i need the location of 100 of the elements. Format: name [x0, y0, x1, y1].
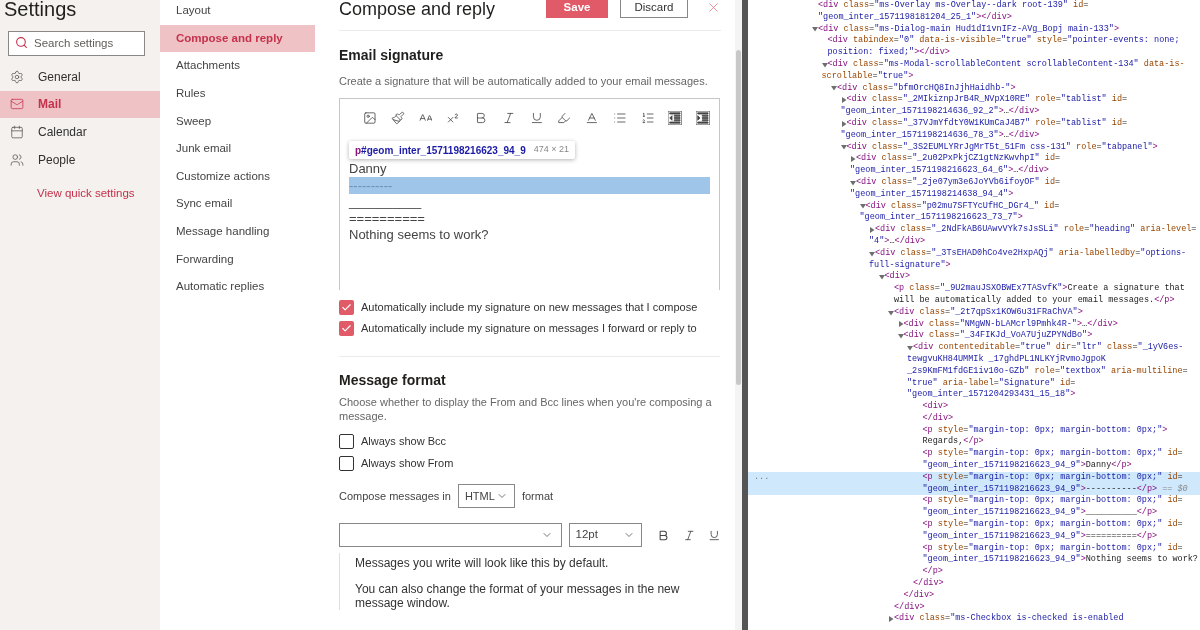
disclosure-triangle-icon[interactable] — [869, 250, 875, 257]
disclosure-triangle-icon[interactable] — [888, 616, 894, 623]
code-line: <div class="_2t7qpSx1KOW6u31FRaChVA"> — [894, 306, 1083, 319]
disclosure-triangle-icon[interactable] — [840, 144, 847, 151]
code-line: <div class="_2u02PxPkjCZ1gtNzKwvhpI" id= — [856, 153, 1061, 165]
highlighter-icon[interactable] — [557, 111, 572, 125]
nav-item[interactable]: General — [0, 63, 160, 91]
preview-text: You can also change the format of your messages in the new message window. — [355, 582, 681, 610]
checkbox-label: Automatically include my signature on messages I forward or reply to — [361, 320, 697, 336]
gear-icon — [10, 69, 24, 84]
italic-icon[interactable] — [501, 111, 516, 125]
signature-line: Danny — [349, 161, 388, 178]
code-line: </div> — [903, 589, 935, 602]
code-line: <div class="_2MIkiznpJrB4R_NVpX10RE" role="tablist" id= — [846, 94, 1128, 106]
code-line: <p style="margin-top: 0px; margin-bottom: 0px;"> — [922, 424, 1168, 436]
font-dropdown[interactable] — [339, 523, 562, 547]
numbered-list-icon[interactable] — [640, 111, 655, 125]
menu-item[interactable]: Customize actions — [160, 162, 315, 191]
disclosure-triangle-icon[interactable] — [840, 120, 847, 127]
font-size-dropdown[interactable]: 12pt — [568, 523, 643, 547]
menu-item[interactable]: Rules — [160, 79, 315, 108]
menu-item[interactable]: Sync email — [160, 190, 315, 218]
code-line: "geom_inter_1571198216623_94_9">__________</p> — [922, 507, 1158, 519]
nav-item[interactable]: People — [0, 145, 160, 174]
disclosure-triangle-icon[interactable] — [869, 227, 875, 234]
code-line: <div class="ms-Overlay ms-Overlay--dark root-139" id= — [818, 0, 1089, 12]
settings-title: Settings — [3, 0, 78, 18]
menu-item[interactable]: Junk email — [160, 134, 315, 163]
superscript-icon[interactable] — [446, 111, 461, 125]
element-selector: p#geom_inter_1571198216623_94_9 — [355, 143, 526, 158]
disclosure-triangle-icon[interactable] — [878, 274, 885, 281]
code-line: "geom_inter_1571198216623_94_9">Danny</p> — [922, 460, 1132, 472]
checkbox[interactable] — [339, 433, 354, 449]
code-line: <div contenteditable="true" dir="ltr" class="_1yV6es- — [913, 342, 1184, 354]
format-dropdown[interactable]: HTML — [457, 484, 515, 508]
code-line: "geom_inter_1571198181204_25_1"></div> — [818, 11, 1012, 24]
code-line: <p style="margin-top: 0px; margin-bottom: 0px;" id= — [922, 448, 1183, 460]
code-line: <div class="ms-Checkbox is-checked is-enabled — [894, 613, 1124, 626]
code-line: <div> — [922, 401, 948, 413]
disclosure-triangle-icon[interactable] — [812, 26, 818, 33]
nav-item[interactable]: Calendar — [0, 118, 160, 146]
disclosure-triangle-icon[interactable] — [831, 85, 837, 92]
menu-item[interactable]: Layout — [160, 0, 315, 25]
code-line: "4">…</div> — [869, 235, 926, 248]
menu-item[interactable]: Forwarding — [160, 245, 315, 273]
disclosure-triangle-icon[interactable] — [897, 333, 904, 340]
underline-icon[interactable] — [708, 528, 721, 542]
outdent-icon[interactable] — [668, 111, 683, 125]
disclosure-triangle-icon[interactable] — [850, 179, 856, 186]
save-button[interactable]: Save — [546, 0, 608, 18]
checkbox-label: Always show From — [361, 455, 454, 471]
section-description: Create a signature that will be automatically added to your email messages. — [339, 74, 709, 88]
code-line: <p style="margin-top: 0px; margin-bottom: 0px;" id= — [922, 495, 1183, 507]
bold-icon[interactable] — [474, 111, 488, 125]
code-line: <div class="_34FIKJd_VoA7UjuZPYNdBo"> — [903, 330, 1093, 342]
menu-item[interactable]: Attachments — [160, 52, 315, 80]
underline-icon[interactable] — [529, 111, 544, 125]
code-line: <p class="_9U2mauJSXOBWEx7TASvfK">Create a signature that — [894, 283, 1185, 295]
disclosure-triangle-icon[interactable] — [821, 61, 828, 68]
checkbox[interactable] — [339, 320, 354, 336]
people-icon — [10, 152, 24, 167]
discard-button[interactable]: Discard — [620, 0, 688, 18]
code-line: <div class="p02mu7SFTYcUfHC_DGr4_" id= — [865, 200, 1060, 212]
italic-icon[interactable] — [682, 528, 696, 542]
disclosure-triangle-icon[interactable] — [888, 309, 894, 316]
code-line: "geom_inter_1571198216623_94_9">Nothing seems to work? — [922, 554, 1198, 566]
code-line: </div> — [894, 601, 925, 613]
envelope-icon — [10, 97, 24, 112]
code-line: <div class="bfmOrcHQ8InJjhHaidhb-"> — [837, 82, 1016, 94]
disclosure-triangle-icon[interactable] — [840, 97, 847, 104]
signature-line: Nothing seems to work? — [349, 226, 490, 243]
checkbox[interactable] — [339, 299, 354, 315]
bold-icon[interactable] — [657, 528, 670, 542]
menu-item[interactable]: Sweep — [160, 107, 315, 135]
scrollbar-thumb[interactable] — [736, 50, 741, 385]
code-line: </div> — [922, 412, 954, 425]
disclosure-triangle-icon[interactable] — [859, 203, 866, 210]
quick-settings-link[interactable]: View quick settings — [0, 185, 160, 203]
code-line: "geom_inter_1571198214638_94_4"> — [850, 188, 1014, 201]
section-heading: Message format — [339, 371, 447, 389]
font-color-icon[interactable] — [585, 111, 599, 125]
checkbox[interactable] — [339, 455, 354, 471]
disclosure-triangle-icon[interactable] — [897, 321, 904, 328]
paintbrush-icon[interactable] — [390, 111, 405, 125]
code-line: "geom_inter_1571204293431_15_18"> — [907, 389, 1076, 401]
code-line: "geom_inter_1571198216623_94_9">----------</p> — [922, 483, 1158, 495]
code-line: tewgvuKH84UMMIk _17ghdPL1NLKYjRvmoJgpoK — [907, 353, 1106, 366]
image-icon[interactable] — [363, 111, 377, 125]
disclosure-triangle-icon[interactable] — [850, 156, 856, 163]
signature-editor[interactable]: p#geom_inter_1571198216623_94_9 474 × 21 Danny ---------- __________ ========== Nothing seems to work? — [339, 98, 720, 290]
menu-item[interactable]: Automatic replies — [160, 272, 315, 301]
menu-item[interactable]: Message handling — [160, 217, 315, 246]
search-field[interactable]: Search settings — [8, 30, 145, 56]
element-size: 474 × 21 — [533, 143, 569, 157]
indent-icon[interactable] — [696, 111, 710, 125]
disclosure-triangle-icon[interactable] — [907, 345, 913, 351]
code-line: <p style="margin-top: 0px; margin-bottom: 0px;" id= — [922, 542, 1183, 554]
gutter-dots[interactable]: ... — [754, 471, 770, 484]
code-line: </p> — [922, 566, 943, 578]
selected-row[interactable]: ... <p style="margin-top: 0px; margin-bottom: 0px;" id= "geom_inter_1571198216623_94_9">----------</p> == $0 — [748, 471, 1200, 496]
